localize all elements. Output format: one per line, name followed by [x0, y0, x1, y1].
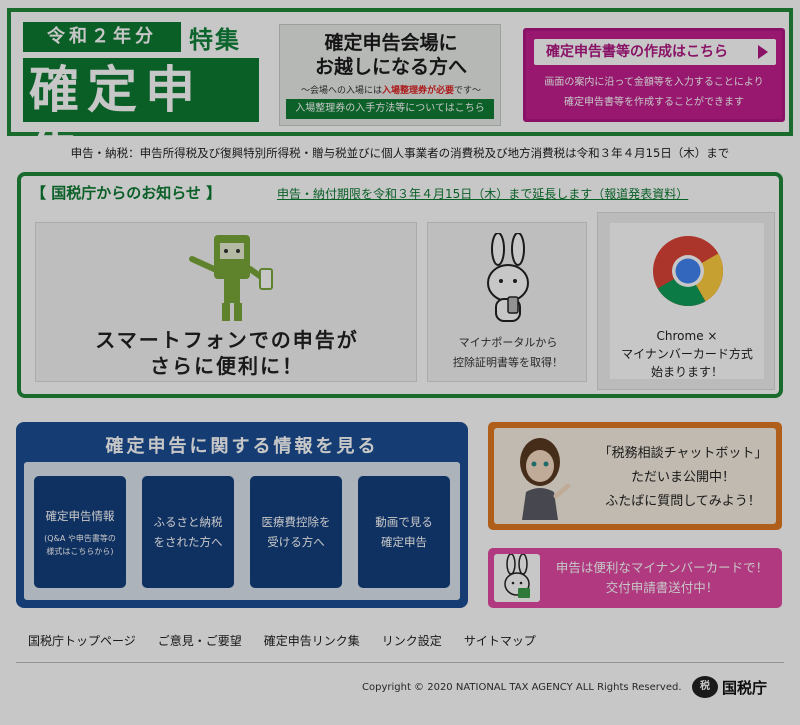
info-tiles-area: 確定申告情報 (Q&A や申告書等の 様式はこちらから) ふるさと納税 をされた方… [24, 462, 460, 600]
smartphone-card[interactable]: スマートフォンでの申告が さらに便利に！ [35, 222, 417, 382]
info-tile-label-2: 受ける方へ [267, 535, 325, 549]
nta-emblem-icon: 税 [692, 676, 718, 698]
venue-note-red: 入場整理券が必要 [381, 86, 454, 96]
info-tile-note-line2: 様式はこちらから) [46, 547, 114, 556]
chrome-line1: Chrome × [656, 329, 718, 343]
nta-logo[interactable]: 税 国税庁 [692, 676, 767, 698]
info-tile-label: 確定申告情報 [45, 509, 115, 523]
mascot-phone-icon [189, 235, 273, 321]
create-return-label: 確定申告書等の作成はこちら [546, 44, 728, 60]
smartphone-line1: スマートフォンでの申告が [95, 328, 359, 352]
smartphone-card-text: スマートフォンでの申告が さらに便利に！ [36, 327, 418, 379]
footer-link-linklist[interactable]: 確定申告リンク集 [264, 632, 360, 649]
info-title: 確定申告に関する情報を見る [105, 436, 379, 457]
portal-line1: マイナポータルから [458, 336, 558, 349]
venue-ticket-link[interactable]: 入場整理券の入手方法等についてはこちら [286, 99, 494, 119]
chatbot-banner[interactable]: 「税務相談チャットボット」 ただいま公開中！ ふたばに質問してみよう！ [488, 422, 782, 530]
info-tile-note: (Q&A や申告書等の 様式はこちらから) [44, 532, 116, 558]
chrome-card[interactable]: Chrome × マイナンバーカード方式 始まります！ [597, 212, 775, 390]
info-tile-label: 医療費控除を [261, 515, 331, 529]
arrow-right-icon [758, 45, 768, 59]
notice-panel: 【 国税庁からのお知らせ 】 申告・納付期限を令和３年４月15日（木）まで延長し… [17, 172, 783, 398]
notice-deadline-link[interactable]: 申告・納付期限を令和３年４月15日（木）まで延長します（報道発表資料） [277, 185, 688, 202]
tokushu-label: 特集 [189, 26, 241, 54]
footer-link-top[interactable]: 国税庁トップページ [28, 632, 136, 649]
create-return-button[interactable]: 確定申告書等の作成はこちら [534, 39, 776, 65]
info-tile-label: ふるさと納税 [153, 515, 223, 529]
smartphone-line2: さらに便利に！ [150, 354, 304, 378]
nta-logo-text: 国税庁 [722, 678, 768, 697]
info-tile-medical[interactable]: 医療費控除を 受ける方へ [250, 476, 342, 588]
page: 令和２年分 特集 確定申告 確定申告会場に お越しになる方へ 〜会場への入場には… [0, 0, 800, 725]
venue-note-suffix: です〜 [454, 86, 482, 96]
chrome-card-text: Chrome × マイナンバーカード方式 始まります！ [610, 327, 764, 381]
info-tile-video[interactable]: 動画で見る 確定申告 [358, 476, 450, 588]
info-tile-note-line1: (Q&A や申告書等の [44, 534, 116, 543]
chatbot-line1: 「税務相談チャットボット」 [598, 446, 768, 461]
create-return-desc: 画面の案内に沿って金額等を入力することにより 確定申告書等を作成することができま… [526, 73, 782, 113]
footer-divider [16, 662, 784, 663]
chatbot-character-icon [520, 438, 571, 520]
deadline-text: 申告・納税：申告所得税及び復興特別所得税・贈与税並びに個人事業者の消費税及び地方… [70, 146, 730, 160]
year-badge: 令和２年分 [23, 22, 181, 52]
chatbot-line2: ただいま公開中！ [630, 470, 735, 485]
portal-line2: 控除証明書等を取得！ [453, 356, 563, 369]
mynumber-banner[interactable]: 申告は便利なマイナンバーカードで！ 交付申請書送付中！ [488, 548, 782, 608]
footer-link-settings[interactable]: リンク設定 [382, 632, 442, 649]
info-tile-label: 動画で見る [375, 515, 433, 529]
chatbot-inner: 「税務相談チャットボット」 ただいま公開中！ ふたばに質問してみよう！ [494, 428, 776, 524]
footer-links: 国税庁トップページ ご意見・ご要望 確定申告リンク集 リンク設定 サイトマップ [28, 632, 536, 649]
venue-notice-box[interactable]: 確定申告会場に お越しになる方へ 〜会場への入場には入場整理券が必要です〜 入場… [279, 24, 501, 126]
chrome-line2: マイナンバーカード方式 [621, 347, 753, 361]
mynaportal-card[interactable]: マイナポータルから 控除証明書等を取得！ [427, 222, 587, 382]
create-return-box[interactable]: 確定申告書等の作成はこちら 画面の案内に沿って金額等を入力することにより 確定申… [523, 28, 785, 122]
footer-link-sitemap[interactable]: サイトマップ [464, 632, 536, 649]
info-tile-furusato[interactable]: ふるさと納税 をされた方へ [142, 476, 234, 588]
info-panel: 確定申告に関する情報を見る 確定申告情報 (Q&A や申告書等の 様式はこちらから… [16, 422, 468, 608]
info-tile-label-2: をされた方へ [153, 535, 223, 549]
copyright: Copyright © 2020 NATIONAL TAX AGENCY ALL… [362, 682, 682, 693]
create-desc-line2: 確定申告書等を作成することができます [564, 97, 744, 108]
notice-title: 【 国税庁からのお知らせ 】 [31, 184, 222, 202]
mynumber-mascot-box [494, 553, 540, 602]
venue-title-line2: お越しになる方へ [314, 56, 467, 78]
mynaportal-card-text: マイナポータルから 控除証明書等を取得！ [428, 333, 588, 373]
chatbot-text: 「税務相談チャットボット」 ただいま公開中！ ふたばに質問してみよう！ [590, 442, 776, 514]
rabbit-mascot-icon [504, 553, 530, 598]
venue-note: 〜会場への入場には入場整理券が必要です〜 [280, 83, 502, 96]
footer-link-feedback[interactable]: ご意見・ご要望 [158, 632, 242, 649]
header-banner: 令和２年分 特集 確定申告 確定申告会場に お越しになる方へ 〜会場への入場には… [7, 8, 793, 183]
info-tile-kakutei[interactable]: 確定申告情報 (Q&A や申告書等の 様式はこちらから) [34, 476, 126, 588]
chatbot-line3: ふたばに質問してみよう！ [605, 494, 761, 509]
kakutei-title: 確定申告 [23, 58, 259, 183]
venue-title-line1: 確定申告会場に [324, 32, 458, 54]
chrome-card-inner: Chrome × マイナンバーカード方式 始まります！ [610, 223, 764, 379]
chrome-line3: 始まります！ [650, 365, 723, 379]
mynumber-line1: 申告は便利なマイナンバーカードで！ [555, 560, 769, 575]
mynumber-text: 申告は便利なマイナンバーカードで！ 交付申請書送付中！ [544, 558, 780, 598]
chrome-logo-icon [653, 236, 723, 306]
create-desc-line1: 画面の案内に沿って金額等を入力することにより [544, 77, 764, 88]
venue-note-prefix: 〜会場への入場には [300, 86, 382, 96]
mynumber-line2: 交付申請書送付中！ [605, 580, 719, 595]
info-tile-label-2: 確定申告 [381, 535, 427, 549]
rabbit-mascot-icon [487, 233, 529, 322]
venue-title: 確定申告会場に お越しになる方へ [280, 31, 502, 79]
